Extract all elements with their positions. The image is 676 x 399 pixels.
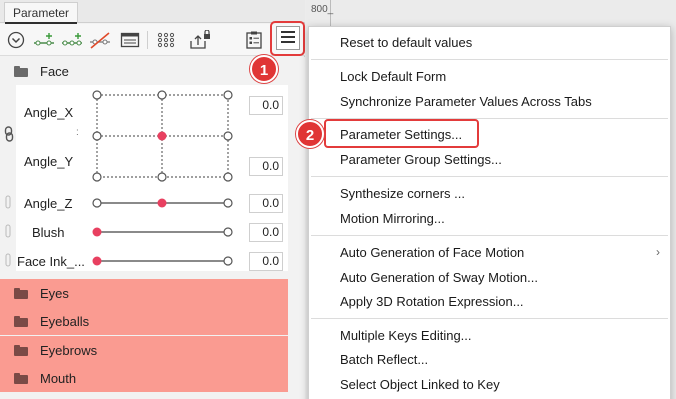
blush-value[interactable]: 0.0 — [249, 223, 283, 242]
param-label-angle-x: Angle_X — [24, 105, 74, 120]
folder-icon — [14, 315, 28, 327]
context-menu: Reset to default values Lock Default For… — [308, 26, 671, 399]
ruler-label: 800_ — [311, 4, 334, 15]
group-face-label: Face — [40, 63, 69, 79]
angle-y-value[interactable]: 0.0 — [249, 157, 283, 176]
clipboard-list-icon[interactable] — [242, 28, 266, 52]
angle-xy-grid[interactable] — [90, 88, 236, 184]
panel-scrollbar[interactable] — [288, 57, 305, 399]
chevron-circle-icon[interactable] — [4, 28, 28, 52]
menu-button-highlight — [270, 21, 305, 56]
group-eyeballs[interactable]: Eyeballs — [0, 307, 288, 335]
group-eyes[interactable]: Eyes — [0, 279, 288, 307]
panel-tab-bar: Parameter — [0, 0, 305, 24]
export-lock-icon[interactable] — [188, 28, 212, 52]
parameter-settings-highlight — [324, 119, 479, 148]
param-label-face-ink: Face Ink_... — [17, 254, 85, 269]
face-ink-value[interactable]: 0.0 — [249, 252, 283, 271]
folder-icon — [14, 372, 28, 384]
param-label-blush: Blush — [32, 225, 65, 240]
menu-item-batch-reflect[interactable]: Batch Reflect... — [309, 347, 670, 372]
menu-item-parameter-group-settings[interactable]: Parameter Group Settings... — [309, 147, 670, 172]
menu-item-apply-3d-rotation[interactable]: Apply 3D Rotation Expression... — [309, 289, 670, 314]
step-badge-2: 2 — [296, 120, 324, 148]
blush-slider[interactable] — [90, 225, 236, 239]
angle-z-slider[interactable] — [90, 196, 236, 210]
step-badge-1: 1 — [250, 55, 278, 83]
menu-item-auto-face-motion[interactable]: Auto Generation of Face Motion › — [309, 240, 670, 265]
group-eyebrows[interactable]: Eyebrows — [0, 336, 288, 364]
tab-parameter[interactable]: Parameter — [4, 2, 79, 24]
form-editor-icon[interactable] — [118, 28, 142, 52]
grid-dots-icon[interactable] — [154, 28, 178, 52]
group-mouth[interactable]: Mouth — [0, 364, 288, 392]
folder-icon — [14, 287, 28, 299]
menu-item-lock-default-form[interactable]: Lock Default Form — [309, 64, 670, 89]
group-face[interactable]: Face — [0, 57, 288, 85]
menu-item-select-linked-object[interactable]: Select Object Linked to Key — [309, 372, 670, 397]
param-label-angle-z: Angle_Z — [24, 196, 73, 211]
folder-icon — [14, 65, 28, 77]
delete-key-icon[interactable] — [88, 28, 112, 52]
menu-item-multiple-keys-editing[interactable]: Multiple Keys Editing... — [309, 323, 670, 348]
parameter-toolbar — [0, 24, 305, 56]
menu-item-sync-parameters[interactable]: Synchronize Parameter Values Across Tabs — [309, 89, 670, 114]
folder-icon — [14, 344, 28, 356]
menu-item-auto-sway-motion[interactable]: Auto Generation of Sway Motion... — [309, 265, 670, 290]
angle-x-value[interactable]: 0.0 — [249, 96, 283, 115]
angle-xy-handle[interactable] — [157, 131, 167, 141]
chevron-right-icon: › — [656, 245, 660, 259]
menu-item-reset-defaults[interactable]: Reset to default values — [309, 30, 670, 55]
add-key-icon[interactable] — [32, 28, 56, 52]
face-ink-slider[interactable] — [90, 254, 236, 268]
angle-z-value[interactable]: 0.0 — [249, 194, 283, 213]
menu-item-synthesize-corners[interactable]: Synthesize corners ... — [309, 181, 670, 206]
menu-item-motion-mirroring[interactable]: Motion Mirroring... — [309, 206, 670, 231]
add-keys-icon[interactable] — [60, 28, 84, 52]
link-icon[interactable] — [4, 126, 14, 145]
param-label-angle-y: Angle_Y — [24, 154, 74, 169]
